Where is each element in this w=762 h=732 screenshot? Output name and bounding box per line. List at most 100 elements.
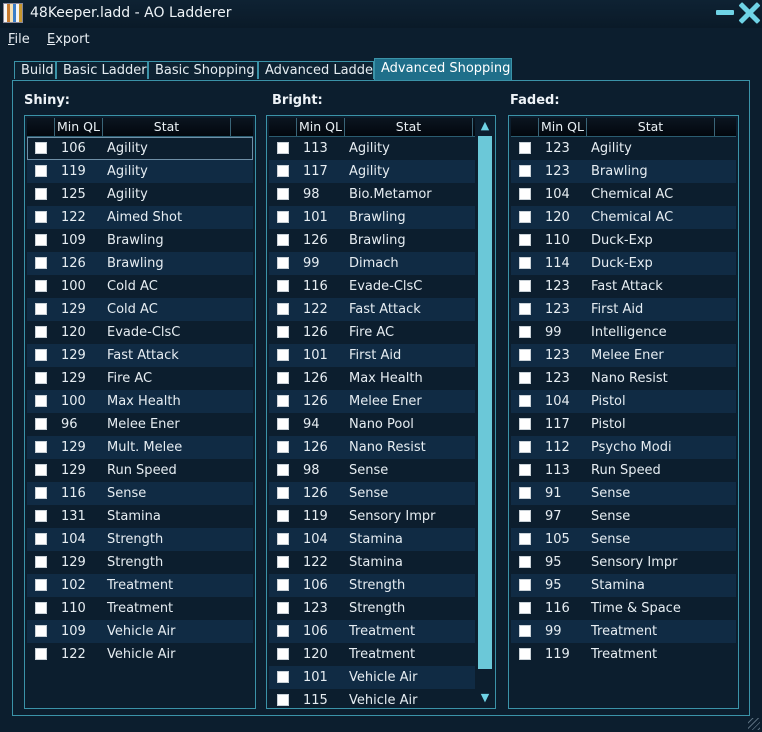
row-checkbox[interactable] [277, 234, 289, 246]
list-row[interactable]: 129 Strength [27, 551, 253, 574]
header-min-ql[interactable]: Min QL [539, 118, 587, 136]
menu-export[interactable]: Export [47, 32, 90, 47]
list-row[interactable]: 117 Agility [269, 160, 475, 183]
row-checkbox[interactable] [519, 418, 531, 430]
menu-file[interactable]: File [8, 32, 30, 47]
list-row[interactable]: 123 Fast Attack [511, 275, 736, 298]
row-checkbox[interactable] [277, 280, 289, 292]
list-row[interactable]: 129 Run Speed [27, 459, 253, 482]
header-min-ql[interactable]: Min QL [297, 118, 345, 136]
list-row[interactable]: 122 Aimed Shot [27, 206, 253, 229]
list-row[interactable]: 126 Sense [269, 482, 475, 505]
list-row[interactable]: 106 Agility [27, 137, 253, 160]
list-row[interactable]: 115 Vehicle Air [269, 689, 475, 708]
list-row[interactable]: 104 Pistol [511, 390, 736, 413]
resize-grip-icon[interactable] [748, 718, 760, 730]
row-checkbox[interactable] [277, 211, 289, 223]
list-row[interactable]: 119 Treatment [511, 643, 736, 666]
row-checkbox[interactable] [35, 556, 47, 568]
row-checkbox[interactable] [35, 165, 47, 177]
title-bar[interactable]: 48Keeper.ladd - AO Ladderer [0, 0, 762, 28]
list-row[interactable]: 125 Agility [27, 183, 253, 206]
row-checkbox[interactable] [519, 326, 531, 338]
list-row[interactable]: 120 Chemical AC [511, 206, 736, 229]
row-checkbox[interactable] [35, 579, 47, 591]
list-row[interactable]: 94 Nano Pool [269, 413, 475, 436]
tab-build[interactable]: Build [14, 61, 56, 79]
row-checkbox[interactable] [519, 372, 531, 384]
tab-basic-shopping[interactable]: Basic Shopping [148, 61, 258, 79]
list-row[interactable]: 129 Mult. Melee [27, 436, 253, 459]
row-checkbox[interactable] [277, 349, 289, 361]
row-checkbox[interactable] [519, 280, 531, 292]
list-row[interactable]: 123 Nano Resist [511, 367, 736, 390]
close-icon[interactable] [738, 2, 760, 24]
list-row[interactable]: 116 Sense [27, 482, 253, 505]
list-row[interactable]: 102 Treatment [27, 574, 253, 597]
list-row[interactable]: 95 Sensory Impr [511, 551, 736, 574]
row-checkbox[interactable] [277, 533, 289, 545]
list-row[interactable]: 95 Stamina [511, 574, 736, 597]
scroll-down-icon[interactable]: ▼ [477, 690, 493, 706]
row-checkbox[interactable] [277, 441, 289, 453]
row-checkbox[interactable] [277, 418, 289, 430]
row-checkbox[interactable] [519, 188, 531, 200]
list-row[interactable]: 109 Vehicle Air [27, 620, 253, 643]
list-row[interactable]: 122 Stamina [269, 551, 475, 574]
row-checkbox[interactable] [519, 648, 531, 660]
list-row[interactable]: 119 Sensory Impr [269, 505, 475, 528]
list-row[interactable]: 126 Max Health [269, 367, 475, 390]
row-checkbox[interactable] [519, 625, 531, 637]
list-row[interactable]: 114 Duck-Exp [511, 252, 736, 275]
row-checkbox[interactable] [277, 142, 289, 154]
row-checkbox[interactable] [35, 648, 47, 660]
row-checkbox[interactable] [35, 326, 47, 338]
list-row[interactable]: 120 Treatment [269, 643, 475, 666]
header-stat[interactable]: Stat [345, 118, 473, 136]
row-checkbox[interactable] [35, 234, 47, 246]
row-checkbox[interactable] [519, 579, 531, 591]
row-checkbox[interactable] [277, 395, 289, 407]
list-row[interactable]: 131 Stamina [27, 505, 253, 528]
row-checkbox[interactable] [35, 602, 47, 614]
header-extra-column[interactable] [231, 118, 253, 136]
list-row[interactable]: 122 Fast Attack [269, 298, 475, 321]
row-checkbox[interactable] [277, 579, 289, 591]
row-checkbox[interactable] [277, 556, 289, 568]
row-checkbox[interactable] [35, 142, 47, 154]
row-checkbox[interactable] [35, 625, 47, 637]
list-row[interactable]: 113 Agility [269, 137, 475, 160]
row-checkbox[interactable] [277, 487, 289, 499]
list-row[interactable]: 117 Pistol [511, 413, 736, 436]
list-row[interactable]: 98 Bio.Metamor [269, 183, 475, 206]
faded-list[interactable]: Min QL Stat 123 Agility 123 Brawling 104 Chem… [508, 115, 739, 709]
list-row[interactable]: 126 Fire AC [269, 321, 475, 344]
row-checkbox[interactable] [519, 602, 531, 614]
list-row[interactable]: 126 Brawling [27, 252, 253, 275]
list-row[interactable]: 113 Run Speed [511, 459, 736, 482]
row-checkbox[interactable] [519, 165, 531, 177]
list-row[interactable]: 110 Duck-Exp [511, 229, 736, 252]
list-row[interactable]: 99 Intelligence [511, 321, 736, 344]
list-row[interactable]: 126 Melee Ener [269, 390, 475, 413]
list-row[interactable]: 120 Evade-ClsC [27, 321, 253, 344]
row-checkbox[interactable] [277, 464, 289, 476]
scroll-up-icon[interactable]: ▲ [477, 118, 493, 134]
header-check-column[interactable] [27, 118, 55, 136]
list-row[interactable]: 116 Evade-ClsC [269, 275, 475, 298]
row-checkbox[interactable] [519, 533, 531, 545]
row-checkbox[interactable] [35, 487, 47, 499]
list-row[interactable]: 123 Melee Ener [511, 344, 736, 367]
list-row[interactable]: 129 Cold AC [27, 298, 253, 321]
row-checkbox[interactable] [519, 464, 531, 476]
list-row[interactable]: 99 Dimach [269, 252, 475, 275]
header-extra-column[interactable] [715, 118, 736, 136]
list-row[interactable]: 101 Vehicle Air [269, 666, 475, 689]
shiny-list[interactable]: Min QL Stat 106 Agility 119 Agility 125 Agili… [24, 115, 256, 709]
header-check-column[interactable] [511, 118, 539, 136]
row-checkbox[interactable] [519, 211, 531, 223]
list-row[interactable]: 100 Max Health [27, 390, 253, 413]
list-row[interactable]: 101 First Aid [269, 344, 475, 367]
row-checkbox[interactable] [519, 142, 531, 154]
row-checkbox[interactable] [277, 602, 289, 614]
